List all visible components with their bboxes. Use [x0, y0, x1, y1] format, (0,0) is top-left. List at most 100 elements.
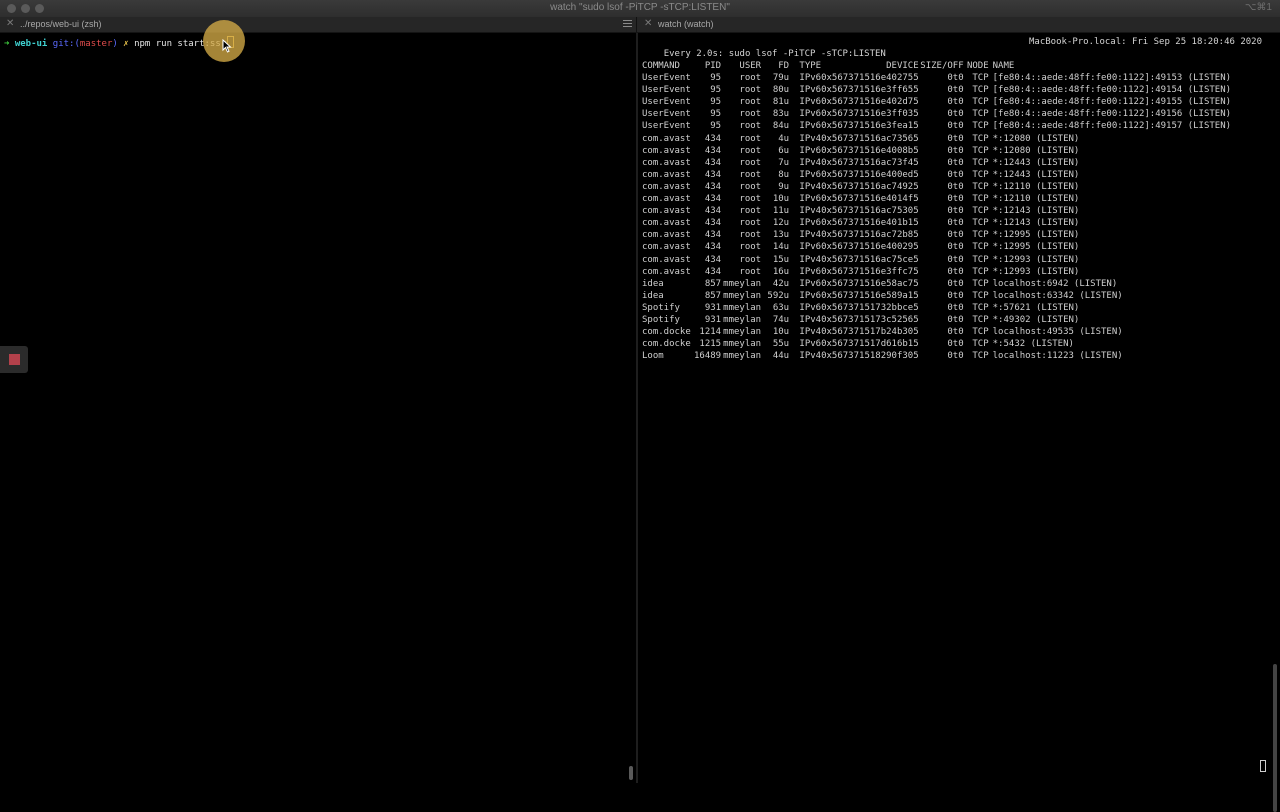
- cell-name: *:12080 (LISTEN): [992, 145, 1080, 156]
- close-tab-icon[interactable]: ✕: [644, 18, 652, 30]
- table-row: com.docke 1214 mmeylan 10u IPv4 0x567371517b2…: [642, 326, 1231, 338]
- cell-name: *:12995 (LISTEN): [992, 242, 1080, 253]
- cell-command: UserEvent: [642, 121, 691, 132]
- scrollbar-right[interactable]: [1270, 66, 1280, 812]
- cell-pid: 434: [704, 133, 722, 144]
- cell-user: root: [739, 254, 762, 265]
- cell-pid: 434: [704, 181, 722, 192]
- cell-fd: 12u: [772, 218, 790, 229]
- cell-type: IPv4: [799, 327, 822, 338]
- column-header: USER: [739, 61, 762, 71]
- cell-user: mmeylan: [723, 314, 762, 325]
- cell-size: 0t0: [947, 145, 964, 156]
- cell-user: root: [739, 85, 762, 96]
- cell-fd: 592u: [767, 290, 790, 301]
- scrollbar-thumb[interactable]: [629, 766, 633, 780]
- prompt-line[interactable]: ➜ web-ui git:(master) ✗ npm run start:ss…: [4, 36, 235, 50]
- table-row: idea 857 mmeylan 592u IPv6 0x567371516e589a15…: [642, 290, 1231, 302]
- cell-pid: 857: [704, 278, 722, 289]
- cell-size: 0t0: [947, 194, 964, 205]
- cell-name: *:12080 (LISTEN): [992, 133, 1080, 144]
- cell-size: 0t0: [947, 254, 964, 265]
- cell-type: IPv4: [799, 206, 822, 217]
- cell-node: TCP: [972, 290, 989, 301]
- cell-command: com.avast: [642, 242, 691, 253]
- cell-device: 0x567371518290f305: [821, 351, 919, 362]
- tab-label: watch (watch): [658, 19, 714, 29]
- mark-icon: [9, 354, 20, 365]
- terminal-pane-zsh[interactable]: ➜ web-ui git:(master) ✗ npm run start:ss…: [0, 33, 636, 783]
- cell-type: IPv6: [799, 194, 822, 205]
- cell-size: 0t0: [947, 351, 964, 362]
- table-row: com.avast 434 root 9u IPv4 0x567371516ac74925…: [642, 181, 1231, 193]
- cell-size: 0t0: [947, 181, 964, 192]
- cell-name: *:12993 (LISTEN): [992, 266, 1080, 277]
- column-header: TYPE: [799, 61, 822, 71]
- cell-type: IPv6: [799, 302, 822, 313]
- cell-name: localhost:11223 (LISTEN): [992, 351, 1123, 362]
- cell-device: 0x567371516e3ff655: [821, 85, 919, 96]
- cell-pid: 931: [704, 302, 722, 313]
- cell-name: [fe80:4::aede:48ff:fe00:1122]:49154 (LIS…: [992, 85, 1232, 96]
- cell-fd: 44u: [772, 351, 790, 362]
- pane-menu-icon[interactable]: [623, 20, 632, 29]
- terminal-pane-watch[interactable]: Every 2.0s: sudo lsof -PiTCP -sTCP:LISTE…: [638, 33, 1280, 812]
- cell-device: 0x567371516e4008b5: [821, 145, 919, 156]
- cell-name: localhost:6942 (LISTEN): [992, 278, 1118, 289]
- cell-command: idea: [642, 290, 664, 301]
- side-mark-indicator[interactable]: [0, 346, 28, 373]
- cell-name: *:12110 (LISTEN): [992, 181, 1080, 192]
- tab-zsh[interactable]: ✕ ../repos/web-ui (zsh): [0, 17, 637, 32]
- column-header: NAME: [992, 61, 1015, 71]
- watch-host-timestamp: MacBook-Pro.local: Fri Sep 25 18:20:46 2…: [1029, 37, 1262, 47]
- cell-pid: 95: [710, 73, 722, 84]
- cell-node: TCP: [972, 121, 989, 132]
- git-label-open: git:(: [52, 39, 80, 49]
- cell-device: 0x567371516ac72b85: [821, 230, 919, 241]
- cell-user: root: [739, 145, 762, 156]
- table-row: com.docke 1215 mmeylan 55u IPv6 0x567371517d6…: [642, 338, 1231, 350]
- cell-node: TCP: [972, 230, 989, 241]
- cell-node: TCP: [972, 302, 989, 313]
- cell-command: UserEvent: [642, 73, 691, 84]
- text-cursor: [1260, 760, 1266, 772]
- cell-pid: 16489: [694, 351, 722, 362]
- table-row: UserEvent 95 root 81u IPv6 0x567371516e402d75…: [642, 96, 1231, 108]
- cell-user: root: [739, 109, 762, 120]
- cell-command: UserEvent: [642, 85, 691, 96]
- cell-name: *:12143 (LISTEN): [992, 218, 1080, 229]
- cell-node: TCP: [972, 254, 989, 265]
- close-tab-icon[interactable]: ✕: [6, 18, 14, 30]
- tab-watch[interactable]: ✕ watch (watch): [638, 17, 1280, 32]
- scrollbar-thumb[interactable]: [1273, 664, 1277, 812]
- cell-type: IPv6: [799, 278, 822, 289]
- cell-user: root: [739, 97, 762, 108]
- cell-command: com.avast: [642, 181, 691, 192]
- cell-type: IPv6: [799, 97, 822, 108]
- cell-command: com.avast: [642, 145, 691, 156]
- cell-device: 0x567371517d616b15: [821, 339, 919, 350]
- window-shortcut-hint: ⌥⌘1: [1244, 2, 1272, 13]
- cell-node: TCP: [972, 97, 989, 108]
- cell-device: 0x567371516e3ffc75: [821, 266, 919, 277]
- cell-fd: 4u: [778, 133, 790, 144]
- cell-command: com.avast: [642, 266, 691, 277]
- table-row: com.avast 434 root 4u IPv4 0x567371516ac73565…: [642, 133, 1231, 145]
- cell-pid: 434: [704, 230, 722, 241]
- cell-node: TCP: [972, 133, 989, 144]
- cell-type: IPv6: [799, 169, 822, 180]
- table-row: Spotify 931 mmeylan 74u IPv4 0x5673715173c525…: [642, 314, 1231, 326]
- cell-device: 0x567371516e4014f5: [821, 194, 919, 205]
- cell-device: 0x567371516ac74925: [821, 181, 919, 192]
- cell-command: com.avast: [642, 254, 691, 265]
- cell-user: root: [739, 169, 762, 180]
- cell-device: 0x567371516ac73565: [821, 133, 919, 144]
- cell-user: mmeylan: [723, 327, 762, 338]
- scrollbar-left[interactable]: [628, 66, 635, 783]
- cell-command: Spotify: [642, 314, 680, 325]
- cell-node: TCP: [972, 206, 989, 217]
- lsof-output-table: COMMAND PID USER FD TYPE DEVICE SIZE/OFF…: [642, 60, 1231, 362]
- cell-name: *:12143 (LISTEN): [992, 206, 1080, 217]
- cell-user: root: [739, 133, 762, 144]
- column-header: DEVICE: [886, 61, 919, 71]
